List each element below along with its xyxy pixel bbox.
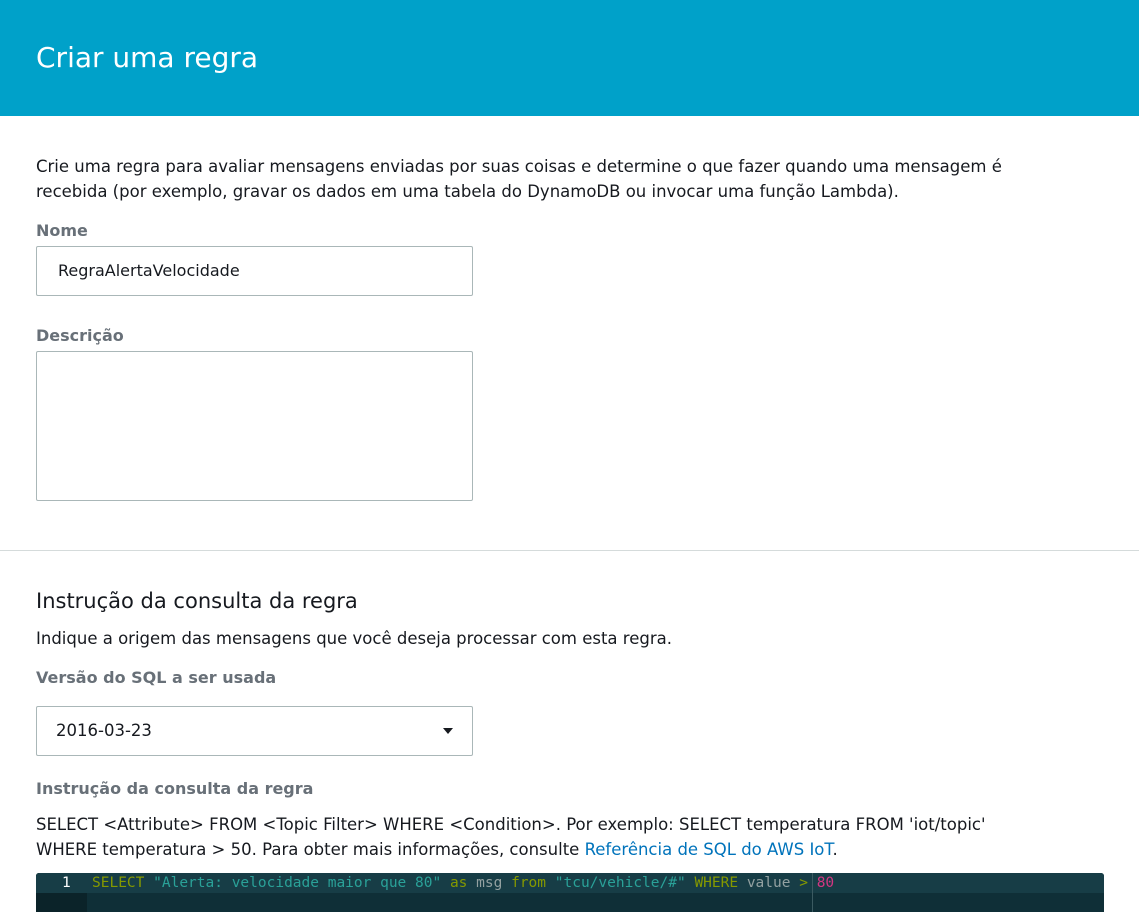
sql-code-editor[interactable]: 1 SELECT "Alerta: velocidade maior que 8… <box>36 873 1104 912</box>
keyword-where: WHERE <box>694 875 739 891</box>
number-literal: 80 <box>816 875 835 891</box>
operator-gt: > <box>799 875 808 891</box>
sql-version-value: 2016-03-23 <box>56 721 152 740</box>
identifier-alias: msg <box>476 875 503 891</box>
sql-reference-link[interactable]: Referência de SQL do AWS IoT <box>585 840 833 859</box>
editor-print-margin <box>812 873 813 912</box>
statement-help: SELECT <Attribute> FROM <Topic Filter> W… <box>36 812 1036 862</box>
string-alert: "Alerta: velocidade maior que 80" <box>153 875 442 891</box>
statement-help-suffix: . <box>832 840 838 859</box>
page-header: Criar uma regra <box>0 0 1139 116</box>
statement-help-text: SELECT <Attribute> FROM <Topic Filter> W… <box>36 815 986 859</box>
identifier-field: value <box>746 875 791 891</box>
section-divider <box>0 550 1139 551</box>
statement-label: Instrução da consulta da regra <box>36 779 314 798</box>
keyword-select: SELECT <box>92 875 145 891</box>
page-title: Criar uma regra <box>36 41 259 74</box>
sql-version-label: Versão do SQL a ser usada <box>36 668 277 687</box>
keyword-as: as <box>449 875 468 891</box>
sql-version-select[interactable]: 2016-03-23 <box>36 706 473 756</box>
keyword-from: from <box>511 875 547 891</box>
description-label: Descrição <box>36 326 124 345</box>
code-line[interactable]: SELECT "Alerta: velocidade maior que 80"… <box>92 874 834 892</box>
string-topic: "tcu/vehicle/#" <box>554 875 686 891</box>
name-field[interactable]: RegraAlertaVelocidade <box>36 246 473 296</box>
intro-text: Crie uma regra para avaliar mensagens en… <box>36 157 1002 201</box>
line-number: 1 <box>62 875 71 891</box>
description-field[interactable] <box>36 351 473 501</box>
query-section-description: Indique a origem das mensagens que você … <box>36 629 672 648</box>
name-field-value: RegraAlertaVelocidade <box>58 261 240 280</box>
chevron-down-icon <box>443 728 453 734</box>
query-section-title: Instrução da consulta da regra <box>36 589 358 613</box>
name-label: Nome <box>36 221 88 240</box>
